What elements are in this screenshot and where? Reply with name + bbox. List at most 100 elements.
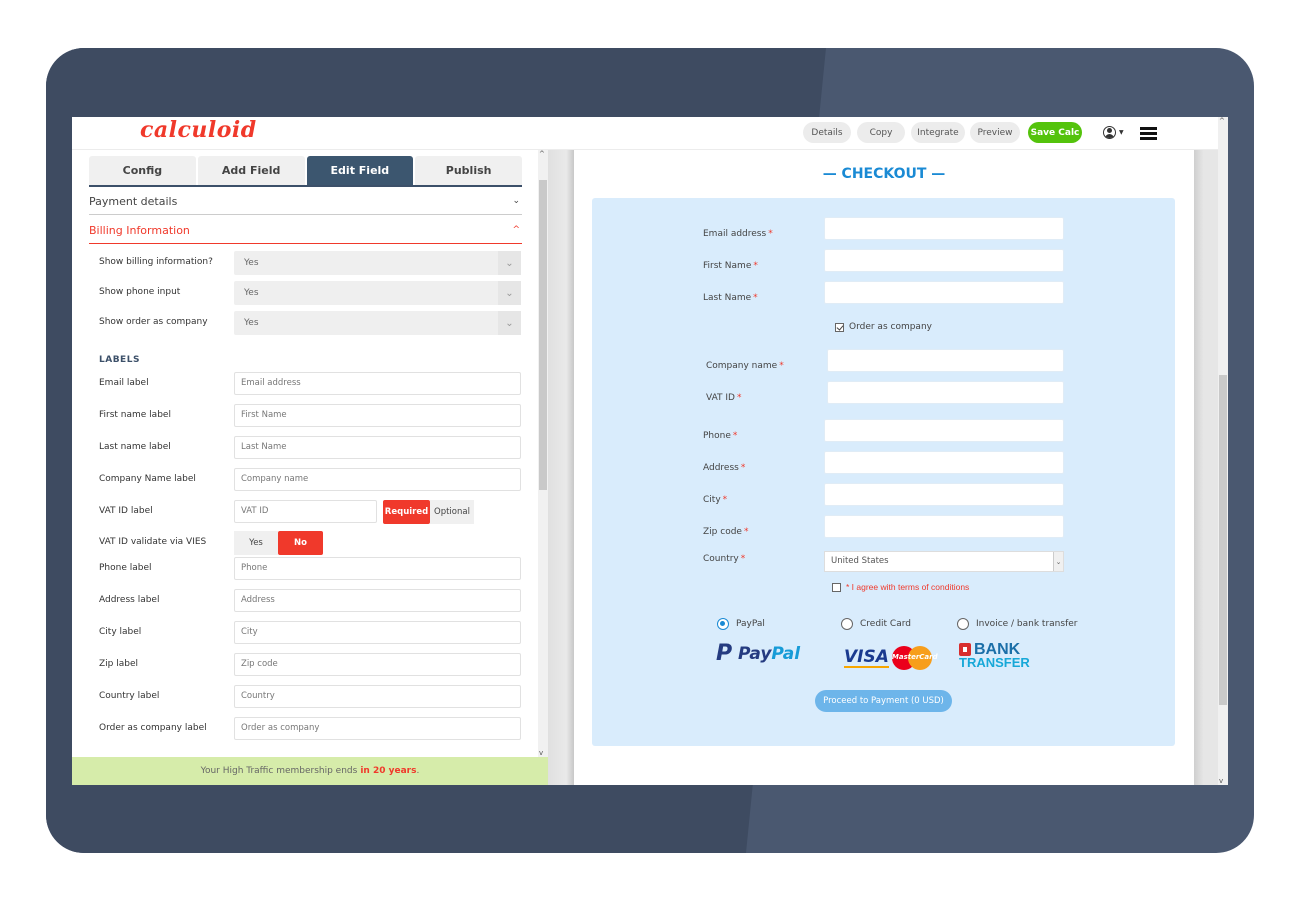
payment-option-credit-card[interactable]: Credit Card [841,618,911,630]
select-value: United States [831,556,889,566]
input-value: Order as company [241,723,320,733]
phone-label-input[interactable]: Phone [234,557,521,580]
calculoid-logo[interactable]: calculoid [140,117,257,143]
input-value: Zip code [241,659,278,669]
hamburger-icon[interactable] [1140,127,1157,140]
email-label-input[interactable]: Email address [234,372,521,395]
first-name-label-input[interactable]: First Name [234,404,521,427]
city-label-input[interactable]: City [234,621,521,644]
field-label: Company name * [706,361,784,371]
checkbox-icon[interactable] [832,582,841,592]
checkout-title: — CHECKOUT — [822,166,946,182]
caret-down-icon[interactable]: ▼ [1119,129,1124,136]
paypal-mark-icon [716,641,732,666]
email-row: Email address * [592,217,1175,241]
tab-publish[interactable]: Publish [415,156,522,185]
input-value: Email address [241,378,301,388]
payment-option-paypal[interactable]: PayPal [717,618,765,630]
radio-icon[interactable] [957,618,969,630]
terms-label: * I agree with terms of conditions [846,582,970,592]
show-phone-select[interactable]: Yes ⌄ [234,281,521,305]
field-label: VAT ID validate via VIES [99,537,207,547]
membership-notice: Your High Traffic membership ends in 20 … [72,757,548,785]
phone-input[interactable] [824,419,1064,442]
email-input[interactable] [824,217,1064,240]
editor-tabs: Config Add Field Edit Field Publish [89,156,522,187]
user-circle-icon[interactable] [1103,126,1116,139]
visa-logo: VISA [844,647,889,668]
order-company-label-input[interactable]: Order as company [234,717,521,740]
save-calc-button[interactable]: Save Calc [1028,122,1082,143]
membership-text: Your High Traffic membership ends [200,766,358,776]
scrollbar-thumb[interactable] [1219,375,1227,705]
city-input[interactable] [824,483,1064,506]
field-label: City label [99,627,142,637]
payment-option-bank-transfer[interactable]: Invoice / bank transfer [957,618,1077,630]
tab-config[interactable]: Config [89,156,196,185]
chevron-down-icon: ⌄ [498,281,521,305]
field-label: Order as company label [99,723,207,733]
accordion-title: Billing Information [89,223,190,237]
optional-option[interactable]: Optional [430,500,474,524]
paypal-pay-text: Pay [738,644,772,664]
country-label-input[interactable]: Country [234,685,521,708]
checkbox-checked-icon[interactable] [835,322,844,332]
radio-selected-icon[interactable] [717,618,729,630]
details-button[interactable]: Details [803,122,851,143]
scroll-down-icon[interactable]: v [1219,777,1223,785]
scroll-up-icon[interactable]: ^ [539,150,545,158]
copy-button[interactable]: Copy [857,122,905,143]
accordion-payment-details[interactable]: Payment details ⌄ [89,188,522,215]
vat-id-label-input[interactable]: VAT ID [234,500,377,523]
vat-id-row: VAT ID * [592,381,1175,405]
preview-button[interactable]: Preview [970,122,1020,143]
zip-input[interactable] [824,515,1064,538]
yes-option[interactable]: Yes [234,531,278,555]
show-order-company-select[interactable]: Yes ⌄ [234,311,521,335]
field-label: Zip code * [703,527,749,537]
show-billing-select[interactable]: Yes ⌄ [234,251,521,275]
editor-scrollbar[interactable]: ^ v [538,150,548,757]
tab-edit-field[interactable]: Edit Field [306,156,414,185]
input-value: Address [241,595,275,605]
country-select[interactable]: United States ⌄ [824,551,1064,572]
paypal-logo[interactable]: PayPal [716,641,800,666]
field-label: Show order as company [99,317,208,327]
credit-card-logos[interactable]: VISA MasterCard [844,646,938,670]
address-label-input[interactable]: Address [234,589,521,612]
last-name-label-input[interactable]: Last Name [234,436,521,459]
page-scrollbar[interactable]: ^ v [1218,117,1228,785]
integrate-button[interactable]: Integrate [911,122,965,143]
proceed-to-payment-button[interactable]: Proceed to Payment (0 USD) [815,690,952,712]
address-input[interactable] [824,451,1064,474]
zip-label-input[interactable]: Zip code [234,653,521,676]
show-billing-row: Show billing information? Yes ⌄ [99,251,521,275]
phone-row: Phone * [592,419,1175,443]
panel-divider[interactable] [548,150,574,785]
country-label-row: Country label Country [99,685,521,709]
required-option[interactable]: Required [383,500,430,524]
chevron-up-icon: ^ [512,225,520,235]
scrollbar-thumb[interactable] [539,180,547,490]
field-label: Zip label [99,659,139,669]
tab-add-field[interactable]: Add Field [197,156,305,185]
checkout-preview: — CHECKOUT — Email address * First Name * … [574,150,1194,785]
scroll-down-icon[interactable]: v [539,749,543,757]
radio-icon[interactable] [841,618,853,630]
field-label: Email label [99,378,149,388]
scroll-up-icon[interactable]: ^ [1219,117,1225,125]
company-name-input[interactable] [827,349,1064,372]
order-as-company-checkbox[interactable]: Order as company [835,322,932,332]
first-name-input[interactable] [824,249,1064,272]
vies-toggle: Yes No [234,531,323,555]
bank-transfer-logo[interactable]: BANK TRANSFER [959,642,1030,669]
no-option[interactable]: No [278,531,323,555]
accordion-billing-information[interactable]: Billing Information ^ [89,217,522,244]
field-label: Show phone input [99,287,181,297]
labels-heading: LABELS [99,355,140,365]
last-name-input[interactable] [824,281,1064,304]
terms-checkbox[interactable]: * I agree with terms of conditions [832,582,969,592]
company-name-label-input[interactable]: Company name [234,468,521,491]
vat-id-input[interactable] [827,381,1064,404]
field-label: Phone * [703,431,738,441]
